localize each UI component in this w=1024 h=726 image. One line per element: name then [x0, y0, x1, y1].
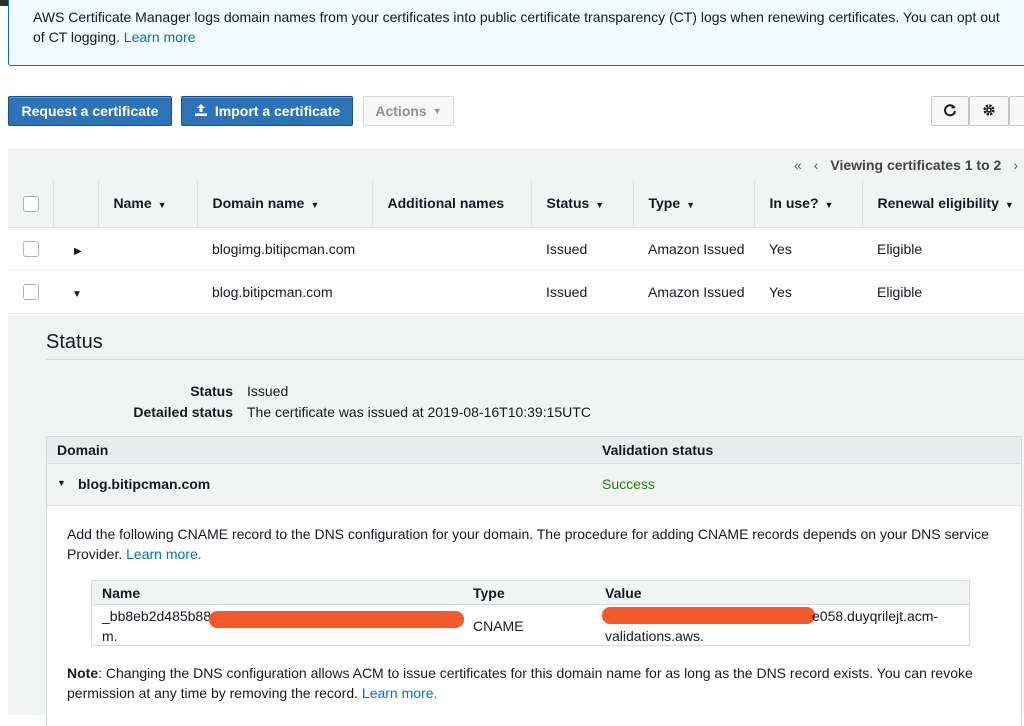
cname-value-line2[interactable]: validations.aws.	[605, 628, 704, 644]
select-all-checkbox[interactable]	[23, 195, 39, 212]
cell-in-use: Yes	[754, 227, 862, 271]
redaction-mark	[602, 607, 815, 624]
status-value: Issued	[247, 383, 289, 399]
cell-domain: blogimg.bitipcman.com	[197, 227, 372, 271]
col-additional-names: Additional names	[371, 180, 531, 228]
cell-type: Amazon Issued	[633, 270, 754, 314]
sort-down-icon: ▼	[1004, 200, 1014, 211]
expand-row-icon[interactable]: ▶	[68, 246, 82, 257]
sort-down-icon: ▼	[157, 200, 167, 211]
cname-value-line1[interactable]: e058.duyqrilejt.acm-	[812, 608, 938, 624]
table-row[interactable]: ▶ blogimg.bitipcman.com Issued Amazon Is…	[8, 227, 1024, 271]
dv-col-validation: Validation status	[602, 442, 714, 458]
row-checkbox[interactable]	[23, 241, 39, 258]
col-additional-label: Additional names	[387, 195, 505, 212]
domain-validation-row[interactable]: ▼ blog.bitipcman.com Success	[46, 464, 1022, 506]
banner-learn-more-link[interactable]: Learn more	[124, 29, 196, 45]
certificates-table: « ‹ Viewing certificates 1 to 2 › Name ▼ …	[8, 149, 1024, 314]
redaction-mark	[209, 611, 464, 628]
dv-status: Success	[602, 476, 655, 492]
import-certificate-button[interactable]: Import a certificate	[181, 96, 353, 126]
col-domain-name[interactable]: Domain name ▼	[196, 180, 372, 228]
col-type-label: Type	[648, 195, 681, 212]
cname-col-value: Value	[605, 585, 642, 601]
cell-additional	[372, 270, 531, 314]
cname-col-name: Name	[102, 585, 141, 601]
expand-header	[52, 180, 98, 228]
col-renewal-eligibility[interactable]: Renewal eligibility ▼	[861, 180, 1024, 228]
pagination-text: Viewing certificates 1 to 2	[830, 157, 1002, 173]
col-status-label: Status	[546, 195, 590, 212]
row-checkbox[interactable]	[23, 284, 39, 301]
upload-icon	[194, 103, 208, 120]
dv-col-domain: Domain	[57, 442, 109, 458]
table-row[interactable]: ▼ blog.bitipcman.com Issued Amazon Issue…	[8, 270, 1024, 314]
first-page-button[interactable]: «	[794, 157, 802, 173]
instructions-learn-more-link[interactable]: Learn more.	[126, 546, 201, 562]
sort-down-icon: ▼	[310, 200, 320, 211]
cname-header: Name Type Value	[92, 581, 969, 605]
col-renewal-label: Renewal eligibility	[877, 195, 999, 212]
cell-name	[98, 227, 197, 271]
instructions-text: Add the following CNAME record to the DN…	[67, 526, 989, 542]
cell-additional	[372, 227, 531, 271]
collapse-domain-icon[interactable]: ▼	[57, 478, 66, 488]
refresh-button[interactable]	[931, 96, 969, 126]
actions-dropdown[interactable]: Actions ▼	[363, 96, 454, 126]
sort-down-icon: ▼	[824, 200, 834, 211]
cell-status: Issued	[531, 270, 633, 314]
cell-status: Issued	[531, 227, 633, 271]
col-type[interactable]: Type ▼	[632, 180, 754, 228]
note-text: : Changing the DNS configuration allows …	[98, 665, 973, 681]
status-key: Status	[190, 383, 233, 399]
cname-col-type: Type	[473, 585, 505, 601]
request-certificate-button[interactable]: Request a certificate	[8, 96, 172, 126]
detail-section-title: Status	[46, 331, 103, 353]
col-name[interactable]: Name ▼	[97, 180, 197, 228]
detailed-status-key: Detailed status	[133, 404, 233, 420]
next-page-button[interactable]: ›	[1013, 157, 1018, 173]
note-label: Note	[67, 665, 99, 681]
import-certificate-label: Import a certificate	[214, 103, 341, 119]
divider	[46, 359, 1024, 360]
detailed-status-value: The certificate was issued at 2019-08-16…	[247, 404, 591, 420]
refresh-icon	[943, 103, 957, 120]
col-name-label: Name	[113, 195, 152, 212]
collapse-row-icon[interactable]: ▼	[68, 289, 82, 300]
ct-logging-banner: AWS Certificate Manager logs domain name…	[8, 0, 1024, 66]
sort-down-icon: ▼	[686, 200, 696, 211]
col-in-use[interactable]: In use? ▼	[753, 180, 862, 228]
note-learn-more-link[interactable]: Learn more.	[362, 685, 437, 701]
col-status[interactable]: Status ▼	[530, 180, 633, 228]
cell-domain: blog.bitipcman.com	[197, 270, 372, 314]
cell-renewal: Eligible	[862, 270, 1024, 314]
prev-page-button[interactable]: ‹	[814, 157, 819, 173]
col-in-use-label: In use?	[769, 195, 819, 212]
cell-type: Amazon Issued	[633, 227, 754, 271]
cname-type: CNAME	[473, 618, 524, 634]
note-text-2: permission at any time by removing the r…	[67, 685, 359, 701]
cname-instructions: Add the following CNAME record to the DN…	[46, 506, 1022, 726]
instructions-text-2: Provider.	[67, 546, 123, 562]
caret-down-icon: ▼	[432, 106, 442, 116]
gear-icon	[982, 103, 996, 120]
settings-button[interactable]	[969, 96, 1009, 126]
cname-name-line2[interactable]: m.	[102, 628, 118, 644]
select-all-header	[8, 180, 53, 228]
actions-label: Actions	[375, 103, 427, 119]
help-button[interactable]	[1009, 96, 1024, 126]
col-domain-label: Domain name	[212, 195, 305, 212]
sort-down-icon: ▼	[595, 200, 605, 211]
request-certificate-label: Request a certificate	[21, 103, 159, 119]
cell-renewal: Eligible	[862, 227, 1024, 271]
cell-name	[98, 270, 197, 314]
dv-domain: blog.bitipcman.com	[78, 476, 211, 492]
domain-validation-header: Domain Validation status	[46, 436, 1022, 464]
certificate-detail-panel: Status Status Issued Detailed status The…	[8, 315, 1024, 726]
cell-in-use: Yes	[754, 270, 862, 314]
cname-name-line1[interactable]: _bb8eb2d485b88	[102, 608, 211, 624]
cname-record-table: Name Type Value _bb8eb2d485b88 m. CNAME …	[91, 580, 970, 646]
pagination: « ‹ Viewing certificates 1 to 2 ›	[8, 149, 1024, 180]
